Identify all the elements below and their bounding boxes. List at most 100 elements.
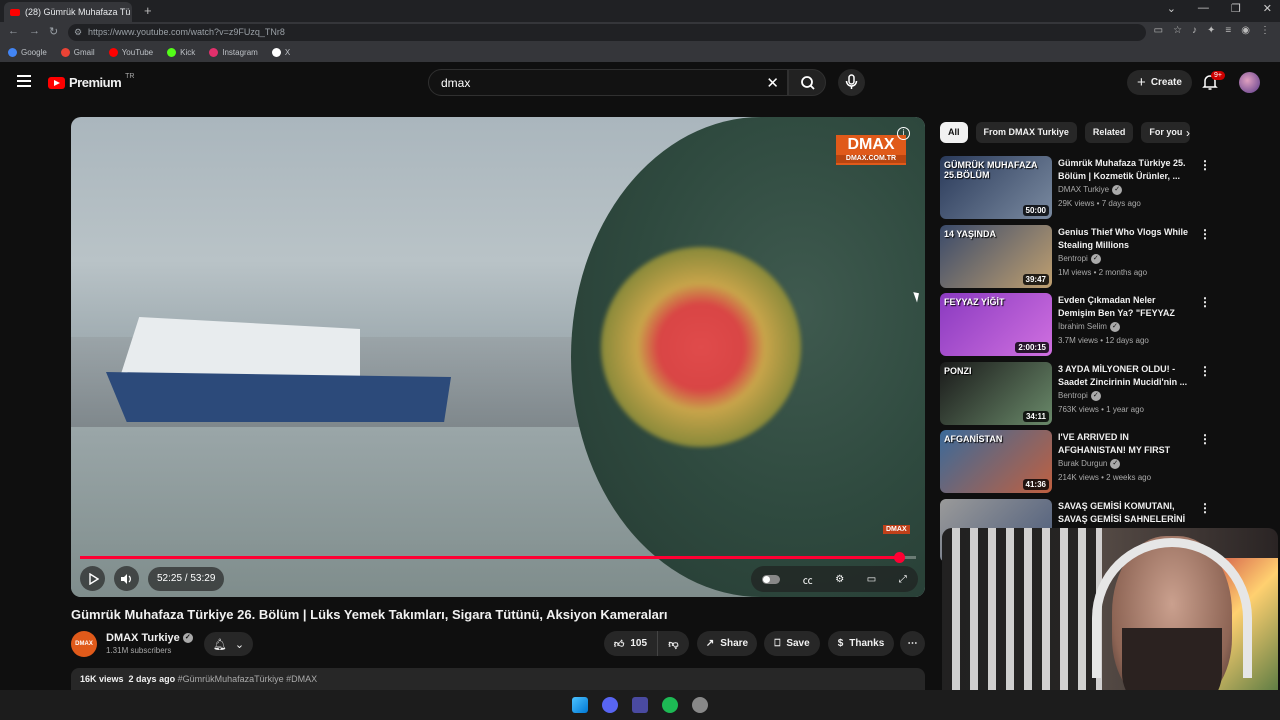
autoplay-toggle[interactable] [762, 574, 781, 584]
bookmark-icon: ⎕ [774, 638, 781, 649]
maximize-button[interactable]: ❐ [1231, 2, 1241, 15]
back-icon[interactable]: ← [8, 25, 19, 37]
recommendation-channel[interactable]: Burak Durgun ✓ [1058, 459, 1121, 469]
thumbs-down-icon: 👎︎ [668, 638, 679, 650]
info-icon[interactable]: i [897, 127, 910, 140]
thanks-button[interactable]: $ Thanks [828, 631, 894, 656]
channel-name[interactable]: DMAX Turkiye ✓ [106, 632, 193, 644]
recommendation-title[interactable]: 3 AYDA MİLYONER OLDU! - Saadet Zincirini… [1058, 363, 1193, 389]
channel-name-text: Bentropi [1058, 390, 1088, 400]
chip-from-dmax-turkiye[interactable]: From DMAX Turkiye [975, 122, 1077, 143]
channel-name-text: İbrahim Selim [1058, 322, 1107, 332]
settings-gear-icon[interactable]: ⚙ [835, 574, 844, 585]
profile-icon[interactable]: ◉ [1241, 25, 1250, 36]
recommendation-item[interactable]: AFGANİSTAN 41:36 I'VE ARRIVED IN AFGHANIST… [940, 430, 1212, 494]
bookmark-x[interactable]: X [271, 47, 290, 57]
youtube-premium-logo[interactable]: Premium TR [48, 73, 134, 90]
progress-bar[interactable] [80, 552, 916, 563]
chip-related[interactable]: Related [1084, 122, 1134, 143]
recommendation-title[interactable]: Evden Çıkmadan Neler Demişim Ben Ya? "FE… [1058, 294, 1193, 321]
share-button[interactable]: ↗ Share [697, 631, 757, 656]
media-icon[interactable]: ♪ [1192, 25, 1197, 36]
subtitles-icon[interactable]: ㏄ [803, 572, 813, 587]
bookmark-instagram[interactable]: Instagram [209, 47, 258, 57]
account-avatar[interactable] [1239, 72, 1260, 93]
theater-mode-icon[interactable]: ▭ [867, 574, 876, 585]
reload-icon[interactable]: ↻ [49, 25, 58, 38]
recommendation-channel[interactable]: İbrahim Selim ✓ [1058, 322, 1120, 332]
bookmark-youtube[interactable]: YouTube [108, 47, 153, 57]
like-button[interactable]: 👍︎ 105 [604, 631, 657, 656]
hashtags[interactable]: #GümrükMuhafazaTürkiye #DMAX [178, 674, 318, 684]
discord-icon[interactable] [602, 697, 618, 713]
recommendation-title[interactable]: I'VE ARRIVED IN AFGHANISTAN! MY FIRST DA… [1058, 431, 1193, 458]
close-window-button[interactable]: ✕ [1263, 2, 1272, 15]
bookmark-star-icon[interactable]: ☆ [1173, 25, 1182, 36]
upload-date: 2 days ago [128, 674, 176, 684]
bookmark-favicon-icon [209, 47, 219, 57]
recommendation-channel[interactable]: Bentropi ✓ [1058, 390, 1101, 401]
search-input[interactable]: dmax ✕ [428, 69, 788, 96]
browser-tab[interactable]: (28) Gümrük Muhafaza Tü ✕ [4, 2, 132, 22]
site-info-icon[interactable]: ⚙ [74, 27, 82, 38]
mute-button[interactable] [114, 566, 139, 591]
bookmark-gmail[interactable]: Gmail [60, 47, 95, 57]
more-options-icon[interactable]: ⋮ [1199, 364, 1211, 378]
recommendation-title[interactable]: Gümrük Muhafaza Türkiye 25. Bölüm | Kozm… [1058, 157, 1193, 183]
chips-next-icon[interactable]: › [1186, 126, 1190, 140]
menu-icon[interactable]: ⋮ [1260, 25, 1270, 36]
start-windows-icon[interactable] [572, 697, 588, 713]
recommendation-thumbnail[interactable]: PONZI 34:11 [940, 361, 1052, 425]
recommendation-channel[interactable]: DMAX Turkiye ✓ [1058, 185, 1123, 195]
bookmark-favicon-icon [167, 47, 177, 57]
recommendation-thumbnail[interactable]: FEYYAZ YİĞİT 2:00:15 [940, 293, 1052, 356]
new-tab-button[interactable]: + [144, 3, 152, 18]
fullscreen-icon[interactable]: ⤢ [899, 574, 907, 585]
recommendation-channel[interactable]: Bentropi ✓ [1058, 253, 1101, 264]
app-star-icon[interactable] [632, 697, 648, 713]
more-options-icon[interactable]: ⋮ [1199, 227, 1211, 241]
more-options-icon[interactable]: ⋮ [1199, 501, 1211, 515]
menu-hamburger-icon[interactable] [17, 75, 31, 87]
recommendation-item[interactable]: 14 YAŞINDA 39:47 Genius Thief Who Vlogs Wh… [940, 224, 1212, 289]
recommendation-item[interactable]: PONZI 34:11 3 AYDA MİLYONER OLDU! - Saadet… [940, 361, 1212, 426]
video-player[interactable]: DMAX DMAX.COM.TR i DMAX 52:25 / 53:29 ㏄ … [71, 117, 925, 597]
steam-icon[interactable] [692, 697, 708, 713]
reading-list-icon[interactable]: ≡ [1225, 25, 1231, 36]
recommendation-thumbnail[interactable]: 14 YAŞINDA 39:47 [940, 224, 1052, 288]
clear-search-icon[interactable]: ✕ [766, 74, 779, 92]
recommendation-item[interactable]: GÜMRÜK MUHAFAZA 25.BÖLÜM 50:00 Gümrük Muha… [940, 156, 1212, 220]
url-bar[interactable]: ⚙ https://www.youtube.com/watch?v=z9FUzq… [68, 24, 1146, 41]
bookmark-google[interactable]: Google [8, 47, 47, 57]
recommendation-meta: 763K views • 1 year ago [1058, 404, 1144, 414]
recommendation-title[interactable]: SAVAŞ GEMİSİ KOMUTANI, SAVAŞ GEMİSİ SAHN… [1058, 500, 1193, 527]
extensions-icon[interactable]: ✦ [1207, 25, 1215, 36]
chip-for-you[interactable]: For you [1141, 122, 1191, 143]
description-box[interactable]: 16K views 2 days ago #GümrükMuhafazaTürk… [71, 668, 925, 690]
dislike-button[interactable]: 👎︎ [657, 631, 689, 656]
save-button[interactable]: ⎕ Save [764, 631, 820, 656]
forward-icon[interactable]: → [29, 25, 40, 37]
channel-name-text: DMAX Turkiye [1058, 185, 1110, 195]
recommendation-item[interactable]: FEYYAZ YİĞİT 2:00:15 Evden Çıkmadan Neler … [940, 293, 1212, 357]
subscription-bell-button[interactable]: 🔔︎ ⌄ [204, 632, 253, 656]
recommendation-title[interactable]: Genius Thief Who Vlogs While Stealing Mi… [1058, 226, 1193, 252]
recommendation-thumbnail[interactable]: GÜMRÜK MUHAFAZA 25.BÖLÜM 50:00 [940, 156, 1052, 219]
spotify-icon[interactable] [662, 697, 678, 713]
more-options-icon[interactable]: ⋮ [1199, 295, 1211, 309]
cast-icon[interactable]: ▭ [1154, 25, 1163, 36]
minimize-button[interactable]: — [1198, 2, 1209, 15]
more-actions-button[interactable]: ⋯ [900, 631, 925, 656]
search-button[interactable] [788, 69, 826, 96]
voice-search-button[interactable] [838, 69, 865, 96]
bookmark-kick[interactable]: Kick [167, 47, 195, 57]
play-button[interactable] [80, 566, 105, 591]
recommendation-thumbnail[interactable]: AFGANİSTAN 41:36 [940, 430, 1052, 493]
bell-icon: 🔔︎ [212, 638, 227, 651]
channel-avatar[interactable]: DMAX [71, 631, 97, 657]
more-options-icon[interactable]: ⋮ [1199, 158, 1211, 172]
chip-all[interactable]: All [940, 122, 968, 143]
more-options-icon[interactable]: ⋮ [1199, 432, 1211, 446]
tab-search-icon[interactable]: ⌄ [1167, 2, 1176, 15]
create-button[interactable]: + Create [1127, 70, 1192, 95]
